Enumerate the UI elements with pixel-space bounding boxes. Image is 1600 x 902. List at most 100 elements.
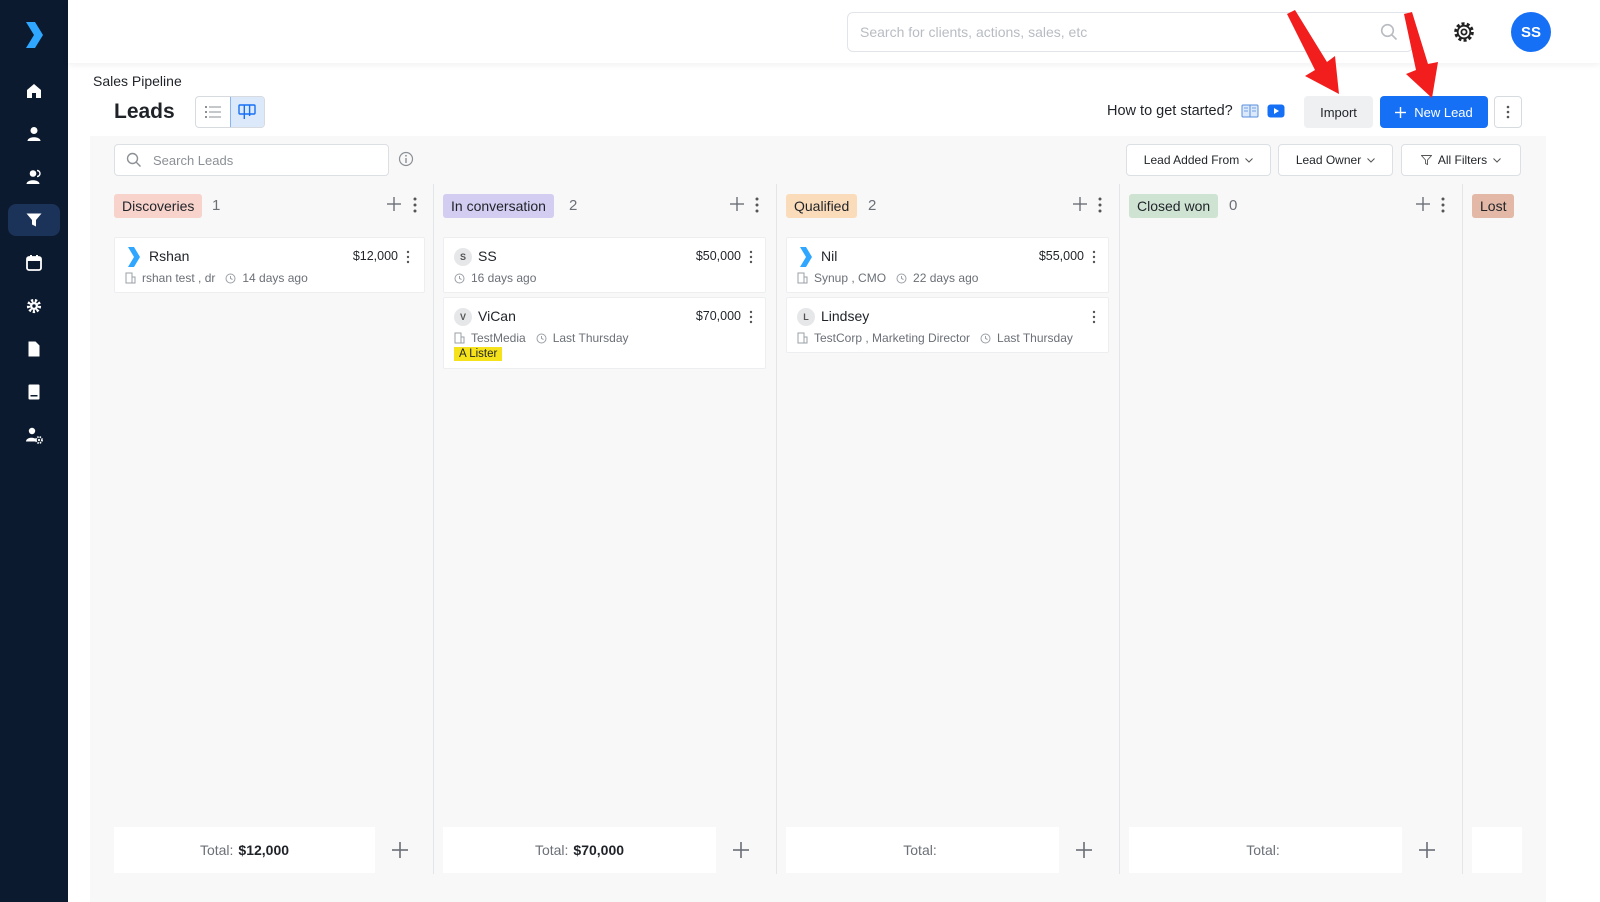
lead-company: rshan test , dr [142,271,216,285]
guide-book-icon[interactable] [1241,104,1259,118]
lead-card[interactable]: Nil $55,000 Synup , CMO 22 days ago [786,237,1109,293]
board-view-button[interactable] [229,97,264,127]
lead-card[interactable]: V ViCan $70,000 TestMedia Last Thursday … [443,297,766,369]
lead-time: 16 days ago [471,271,537,285]
user-gear-icon [26,427,43,444]
sidebar-item-invoices[interactable] [8,376,60,408]
sidebar-item-settings[interactable] [8,290,60,322]
lead-avatar: L [797,308,815,326]
card-menu-icon[interactable] [748,249,754,265]
lead-tag: A Lister [454,347,503,361]
column-menu-icon[interactable] [1095,196,1105,214]
lead-amount: $12,000 [352,249,398,263]
lead-amount: $55,000 [1038,249,1084,263]
sidebar-item-sales-pipeline[interactable] [8,204,60,236]
kanban-icon [238,104,257,119]
card-menu-icon[interactable] [1091,309,1097,325]
import-button[interactable]: Import [1304,96,1373,128]
lead-card[interactable]: S SS $50,000 16 days ago [443,237,766,293]
total-label: Total: [1246,842,1280,858]
more-options-button[interactable] [1494,96,1522,128]
all-filters-button[interactable]: All Filters [1401,144,1521,176]
column-divider [1462,184,1463,874]
kebab-menu-icon [1506,105,1510,119]
new-lead-label: New Lead [1414,104,1473,120]
sidebar-item-home[interactable] [8,75,60,107]
pipeline-column-qualified: Qualified 2 Nil $55,000 Synup , CMO 22 d… [786,184,1109,902]
lead-meta: TestCorp , Marketing Director Last Thurs… [797,331,1073,345]
stage-tag: Qualified [786,194,858,218]
funnel-icon [26,213,42,227]
card-menu-icon[interactable] [405,249,411,265]
add-lead-icon[interactable] [729,196,745,212]
sidebar-item-contacts[interactable] [8,118,60,150]
home-icon [27,84,41,98]
sidebar-item-calendar[interactable] [8,247,60,279]
lead-amount: $50,000 [695,249,741,263]
lead-name: Rshan [149,248,190,264]
search-leads-input[interactable] [153,145,383,175]
clock-icon [454,273,465,283]
add-lead-icon[interactable] [1415,196,1431,212]
pipeline-board: Lead Added From Lead Owner All Filters D… [90,136,1546,902]
list-icon [204,106,221,118]
lead-meta: TestMedia Last Thursday [454,331,629,345]
add-lead-icon[interactable] [1072,196,1088,212]
user-avatar[interactable]: SS [1511,12,1551,52]
sidebar-item-clients[interactable] [8,161,60,193]
info-icon[interactable] [398,151,414,167]
add-lead-icon[interactable] [386,196,402,212]
getting-started-label: How to get started? [1107,103,1233,119]
column-total: Total: [786,827,1059,873]
lead-amount: $70,000 [695,309,741,323]
total-label: Total: [903,842,937,858]
lead-card[interactable]: L Lindsey TestCorp , Marketing Director … [786,297,1109,353]
pipeline-column-lost: Lost [1472,184,1546,902]
lead-avatar: S [454,248,472,266]
lead-company: TestMedia [471,331,526,345]
lead-added-from-filter[interactable]: Lead Added From [1126,144,1271,176]
app-logo-icon[interactable] [24,22,44,48]
lead-card[interactable]: Rshan $12,000 rshan test , dr 14 days ag… [114,237,425,293]
settings-gear-icon[interactable] [1451,19,1477,45]
search-leads[interactable] [114,144,389,176]
add-lead-bottom-icon[interactable] [1417,840,1437,860]
total-label: Total: [199,842,234,858]
column-total: Total: $70,000 [443,827,716,873]
sidebar [0,0,68,902]
add-lead-bottom-icon[interactable] [731,840,751,860]
building-icon [125,272,136,284]
search-icon[interactable] [1380,23,1398,41]
video-play-icon[interactable] [1267,104,1285,118]
document-icon [28,341,40,357]
lead-name: Nil [821,248,838,264]
card-menu-icon[interactable] [1091,249,1097,265]
chevron-down-icon [1245,157,1254,163]
card-menu-icon[interactable] [748,309,754,325]
add-lead-bottom-icon[interactable] [1074,840,1094,860]
new-lead-button[interactable]: New Lead [1380,96,1488,128]
pipeline-column-discoveries: Discoveries 1 Rshan $12,000 rshan test ,… [114,184,425,902]
stage-count: 0 [1229,197,1238,214]
column-menu-icon[interactable] [752,196,762,214]
lead-time: Last Thursday [997,331,1073,345]
sidebar-item-user-settings[interactable] [8,419,60,451]
company-logo-icon [800,247,812,267]
lead-time: 14 days ago [242,271,308,285]
all-filters-label: All Filters [1437,153,1488,167]
lead-owner-filter[interactable]: Lead Owner [1278,144,1393,176]
breadcrumb: Sales Pipeline [93,73,182,89]
company-logo-icon [128,247,140,267]
stage-tag: In conversation [443,194,554,218]
receipt-icon [28,384,40,400]
lead-name: SS [478,248,497,264]
sidebar-item-documents[interactable] [8,333,60,365]
clock-icon [896,273,907,283]
calendar-icon [26,255,42,271]
list-view-button[interactable] [196,97,230,127]
column-total: Total: $12,000 [114,827,375,873]
add-lead-bottom-icon[interactable] [390,840,410,860]
stage-tag: Closed won [1129,194,1219,218]
column-menu-icon[interactable] [1438,196,1448,214]
column-menu-icon[interactable] [410,196,420,214]
